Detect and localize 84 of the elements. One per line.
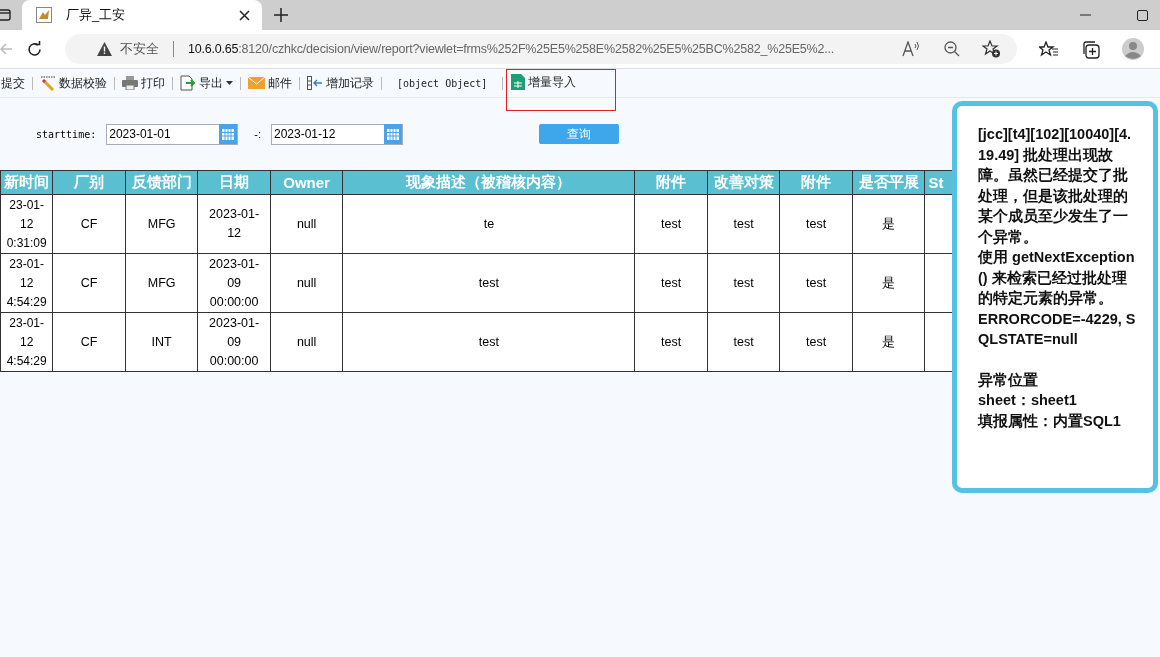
table-cell-text: test [661, 215, 682, 233]
read-aloud-icon[interactable] [902, 41, 922, 57]
column-header: 日期 [197, 170, 271, 195]
column-header: 改善对策 [707, 170, 780, 195]
table-cell-text: test [806, 215, 827, 233]
table-cell-text: test [478, 274, 499, 292]
toolbar-button[interactable]: [object Object] [385, 71, 500, 95]
tab-list-icon[interactable] [0, 9, 12, 21]
error-location-title: 异常位置 [978, 370, 1039, 390]
table-cell-text: CF [80, 333, 98, 351]
caret-icon [226, 81, 233, 85]
toolbar-button[interactable]: 增量导入 [506, 68, 617, 111]
error-location-line: 填报属性：内置SQL1 [978, 411, 1122, 431]
favorite-add-icon[interactable] [982, 40, 1001, 58]
export-icon [180, 75, 196, 91]
maximize-icon[interactable] [1137, 9, 1148, 21]
browser-tab[interactable]: 厂异_工安 [22, 0, 262, 30]
table-cell-text: test [478, 333, 499, 351]
table-cell-text: 2023-01-09 00:00:00 [208, 314, 261, 370]
security-label: 不安全 [120, 40, 159, 58]
refresh-icon[interactable] [26, 40, 43, 58]
pencil-icon [40, 75, 56, 91]
error-codes: ERRORCODE=-4229, SQLSTATE=null [978, 309, 1137, 349]
table-cell-text: INT [151, 333, 172, 351]
warning-icon [97, 42, 112, 56]
error-hint: 使用 getNextException() 来检索已经过批处理的特定元素的异常。 [978, 248, 1136, 308]
calendar-icon[interactable] [383, 124, 402, 144]
table-cell-text: 是 [882, 333, 896, 351]
toolbar-button[interactable]: 邮件 [244, 71, 296, 95]
filter-label: starttime: [36, 128, 97, 140]
table-cell-text: CF [80, 215, 98, 233]
table-cell-text: 2023-01-09 00:00:00 [208, 255, 261, 311]
table-cell-text: 23-01-12 0:31:09 [5, 196, 48, 252]
table-cell-text: CF [80, 274, 98, 292]
toolbar-button[interactable]: 导出 [176, 71, 237, 95]
close-icon[interactable] [239, 9, 250, 21]
column-header: 反馈部门 [125, 170, 198, 195]
table-cell-text: MFG [147, 274, 176, 292]
table-cell-text: test [661, 333, 682, 351]
table-cell-text: test [733, 333, 754, 351]
column-header: 现象描述（被稽核内容） [342, 170, 635, 195]
toolbar-button[interactable]: 数据校验 [36, 71, 111, 95]
range-separator: -: [254, 128, 261, 140]
table-cell-text: null [296, 333, 317, 351]
column-header: 是否平展 [852, 170, 925, 195]
new-tab-icon[interactable] [274, 8, 288, 22]
table-cell-text: 23-01-12 4:54:29 [5, 314, 48, 370]
table-cell-text: MFG [147, 215, 176, 233]
table-cell-text: test [733, 215, 754, 233]
zoom-out-icon[interactable] [944, 41, 960, 57]
toolbar-button[interactable]: 增加记录 [303, 71, 378, 95]
favorites-icon[interactable] [1039, 40, 1059, 58]
table-cell-text: 是 [882, 274, 896, 292]
site-icon [36, 7, 52, 23]
table-cell-text: test [733, 274, 754, 292]
add-row-icon [307, 76, 323, 90]
printer-icon [122, 76, 138, 90]
column-header: 附件 [634, 170, 708, 195]
toolbar-button[interactable]: 提交 [0, 71, 29, 95]
profile-icon[interactable] [1122, 38, 1144, 60]
calendar-icon[interactable] [219, 124, 238, 144]
table-cell-text: null [296, 274, 317, 292]
url-text: 10.6.0.65:8120/czhkc/decision/view/report?viewlet=frms%252F%25E5%258E%2582%25E5%25BC%2582_%25E5%2... [188, 42, 836, 56]
mail-icon [248, 77, 265, 89]
table-cell-text: 2023-01-12 [208, 206, 261, 242]
toolbar-button[interactable]: 打印 [118, 71, 169, 95]
table-cell-text: test [806, 274, 827, 292]
tab-title: 厂异_工安 [66, 6, 127, 24]
end-date-field[interactable]: 2023-01-12 [270, 123, 403, 145]
table-cell-text: test [661, 274, 682, 292]
spreadsheet-icon [511, 73, 526, 90]
table-cell-text: test [806, 333, 827, 351]
table-cell-text: 23-01-12 4:54:29 [5, 255, 48, 311]
column-header: 厂别 [52, 170, 126, 195]
table-cell-text: null [296, 215, 317, 233]
column-header: 附件 [779, 170, 853, 195]
error-location-line: sheet：sheet1 [978, 391, 1078, 410]
start-date-field[interactable]: 2023-01-01 [106, 123, 239, 145]
table-cell-text: 是 [882, 215, 896, 233]
column-header: Owner [270, 170, 343, 195]
collections-icon[interactable] [1081, 39, 1100, 59]
table-cell-text: te [483, 215, 495, 233]
address-bar[interactable]: 不安全 10.6.0.65:8120/czhkc/decision/view/report?viewlet=frms%252F%25E5%258E%2582%25E5%25BC%2582_%25E5%2... [65, 34, 1017, 64]
column-header: 新时间 [0, 170, 53, 195]
